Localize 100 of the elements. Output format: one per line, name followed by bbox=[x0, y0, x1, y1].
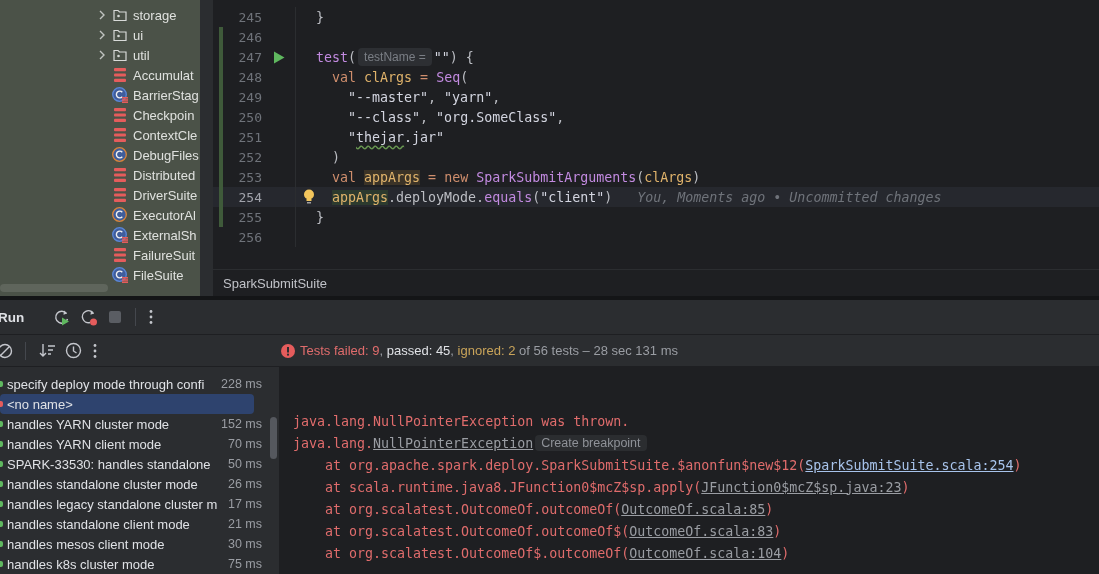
stack-trace-text: ) bbox=[781, 545, 790, 561]
change-marker[interactable] bbox=[219, 107, 223, 127]
test-row[interactable]: specify deploy mode through confi 228 ms bbox=[0, 374, 262, 394]
line-number: 252 bbox=[237, 149, 262, 165]
test-row[interactable]: handles legacy standalone cluster m 17 ms bbox=[0, 494, 262, 514]
stack-icon bbox=[114, 128, 126, 142]
stack-icon bbox=[114, 168, 126, 182]
file-name[interactable]: Checkpoin bbox=[133, 107, 195, 123]
test-row[interactable]: handles k8s cluster mode 75 ms bbox=[0, 554, 262, 574]
stack-trace-link[interactable]: OutcomeOf.scala:83 bbox=[629, 523, 774, 539]
folder-icon bbox=[113, 49, 127, 61]
more-icon[interactable] bbox=[92, 342, 98, 359]
stack-trace-text: at org.scalatest.OutcomeOf.outcomeOf( bbox=[324, 501, 622, 517]
folder-name[interactable]: util bbox=[133, 47, 150, 63]
class-icon bbox=[112, 267, 128, 283]
play-icon[interactable] bbox=[272, 50, 285, 64]
rerun-icon[interactable] bbox=[53, 308, 72, 326]
stack-icon bbox=[114, 108, 126, 122]
line-number: 249 bbox=[237, 89, 262, 105]
stack-trace-text: at scala.runtime.java8.JFunction0$mcZ$sp.apply( bbox=[324, 479, 702, 495]
change-marker[interactable] bbox=[219, 187, 223, 207]
rerun-failed-icon[interactable] bbox=[80, 308, 99, 326]
code-line: ) bbox=[331, 149, 341, 165]
stack-trace-text: at org.apache.spark.deploy.SparkSubmitSuite.$anonfun$new$12( bbox=[324, 457, 806, 473]
code-line: } bbox=[316, 9, 324, 25]
change-marker[interactable] bbox=[219, 27, 223, 47]
line-number: 250 bbox=[237, 109, 262, 125]
stack-icon bbox=[114, 248, 126, 262]
stack-trace-text: java.lang. bbox=[293, 435, 374, 451]
code-line: test( testName = "") { bbox=[316, 48, 474, 66]
folder-icon bbox=[113, 29, 127, 41]
code-line: "--master", "yarn", bbox=[347, 89, 501, 105]
breadcrumb[interactable]: SparkSubmitSuite bbox=[223, 275, 328, 291]
code-line: } bbox=[316, 209, 324, 225]
stack-trace-text: ) bbox=[901, 479, 910, 495]
line-number: 251 bbox=[237, 129, 262, 145]
blame-annotation: You, Moments ago • Uncommitted changes bbox=[637, 189, 942, 205]
stack-trace-text: at org.scalatest.OutcomeOf$.outcomeOf( bbox=[324, 545, 630, 561]
chevron-right-icon[interactable] bbox=[97, 9, 107, 21]
more-icon[interactable] bbox=[148, 309, 155, 325]
file-name[interactable]: ContextCle bbox=[133, 127, 198, 143]
stack-trace-link[interactable]: NullPointerException bbox=[373, 435, 534, 451]
class-icon bbox=[112, 227, 128, 243]
line-number: 248 bbox=[237, 69, 262, 85]
line-number: 245 bbox=[237, 9, 262, 25]
file-name[interactable]: DebugFiles bbox=[133, 147, 199, 163]
stack-icon bbox=[114, 188, 126, 202]
stack-trace-text: ) bbox=[1013, 457, 1022, 473]
class-icon bbox=[112, 87, 128, 103]
stack-trace-link[interactable]: OutcomeOf.scala:85 bbox=[621, 501, 766, 517]
lightbulb-icon[interactable] bbox=[303, 189, 315, 205]
stack-trace-text: ) bbox=[773, 523, 782, 539]
file-name[interactable]: FailureSuit bbox=[133, 247, 196, 263]
test-row[interactable]: handles YARN client mode 70 ms bbox=[0, 434, 262, 454]
error-icon bbox=[281, 343, 295, 358]
code-line: "thejar.jar" bbox=[347, 129, 445, 145]
file-name[interactable]: ExecutorAl bbox=[133, 207, 196, 223]
stop-icon[interactable] bbox=[107, 309, 124, 325]
file-name[interactable]: DriverSuite bbox=[133, 187, 198, 203]
file-name[interactable]: ExternalSh bbox=[133, 227, 197, 243]
file-name[interactable]: Distributed bbox=[133, 167, 196, 183]
folder-name[interactable]: storage bbox=[133, 7, 177, 23]
test-row[interactable]: handles mesos client mode 30 ms bbox=[0, 534, 262, 554]
test-row[interactable]: handles standalone client mode 21 ms bbox=[0, 514, 262, 534]
folder-name[interactable]: ui bbox=[133, 27, 144, 43]
stack-trace-text: at org.scalatest.OutcomeOf.outcomeOf$( bbox=[324, 523, 630, 539]
change-marker[interactable] bbox=[219, 67, 223, 87]
line-number: 256 bbox=[237, 229, 262, 245]
test-row[interactable]: <no name> bbox=[0, 394, 254, 414]
stack-trace-link[interactable]: SparkSubmitSuite.scala:254 bbox=[805, 457, 1014, 473]
class-icon bbox=[112, 147, 128, 163]
file-name[interactable]: FileSuite bbox=[133, 267, 184, 283]
change-marker[interactable] bbox=[219, 127, 223, 147]
line-number: 246 bbox=[237, 29, 262, 45]
clock-icon[interactable] bbox=[65, 341, 83, 360]
change-marker[interactable] bbox=[219, 207, 223, 227]
line-number: 254 bbox=[237, 189, 262, 205]
console-line: java.lang.NullPointerException was thrown. bbox=[293, 412, 631, 431]
code-line: appArgs.deployMode.equals("client") bbox=[331, 189, 613, 205]
code-line: val clArgs = Seq( bbox=[331, 69, 469, 85]
change-marker[interactable] bbox=[219, 147, 223, 167]
change-marker[interactable] bbox=[219, 87, 223, 107]
parameter-hint: testName = bbox=[358, 48, 432, 66]
class-icon bbox=[112, 207, 128, 223]
change-marker[interactable] bbox=[219, 47, 223, 67]
create-breakpoint-button[interactable]: Create breakpoint bbox=[535, 435, 647, 451]
stack-trace-link[interactable]: OutcomeOf.scala:104 bbox=[629, 545, 782, 561]
stack-trace-link[interactable]: JFunction0$mcZ$sp.java:23 bbox=[701, 479, 902, 495]
cancel-icon[interactable] bbox=[0, 342, 13, 359]
scrollbar[interactable] bbox=[270, 417, 277, 459]
stack-trace-text: ) bbox=[765, 501, 774, 517]
test-row[interactable]: handles YARN cluster mode 152 ms bbox=[0, 414, 262, 434]
test-row[interactable]: SPARK-33530: handles standalone 50 ms bbox=[0, 454, 262, 474]
chevron-right-icon[interactable] bbox=[97, 29, 107, 41]
test-row[interactable]: handles standalone cluster mode 26 ms bbox=[0, 474, 262, 494]
change-marker[interactable] bbox=[219, 167, 223, 187]
file-name[interactable]: Accumulat bbox=[133, 67, 194, 83]
chevron-right-icon[interactable] bbox=[97, 49, 107, 61]
file-name[interactable]: BarrierStag bbox=[133, 87, 199, 103]
line-number: 247 bbox=[237, 49, 262, 65]
